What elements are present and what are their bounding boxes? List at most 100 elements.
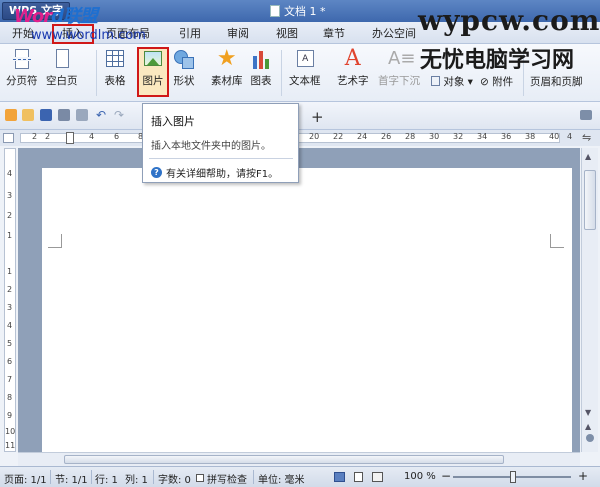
ruler-toggle-icon[interactable]: ⇋ <box>582 131 591 144</box>
tab-sections[interactable]: 章节 <box>323 25 345 41</box>
blank-page-button[interactable]: 空白页 <box>46 48 78 88</box>
vertical-scroll-thumb[interactable] <box>584 170 596 230</box>
status-section[interactable]: 节: 1/1 <box>55 471 88 486</box>
ruler-number: 6 <box>114 132 120 141</box>
undo-icon[interactable]: ↶ <box>96 109 108 121</box>
wordart-icon: A <box>344 46 361 71</box>
spell-check-checkbox[interactable] <box>196 474 204 482</box>
indent-marker[interactable] <box>66 132 74 144</box>
redo-icon[interactable]: ↷ <box>114 109 126 121</box>
status-row[interactable]: 行: 1 <box>95 471 118 486</box>
zoom-slider-knob[interactable] <box>510 471 516 483</box>
divider <box>96 50 97 96</box>
ruler-number: 2 <box>45 132 51 141</box>
ruler-number: 1 <box>7 231 13 240</box>
ruler-number: 4 <box>89 132 95 141</box>
status-column[interactable]: 列: 1 <box>125 471 148 486</box>
status-page[interactable]: 页面: 1/1 <box>4 471 47 486</box>
ruler-number: 30 <box>429 132 440 141</box>
material-library-button[interactable]: ★ 素材库 <box>211 48 243 88</box>
help-icon: ? <box>151 167 162 178</box>
save-icon[interactable] <box>40 109 52 121</box>
ruler-number: 24 <box>357 132 368 141</box>
horizontal-ruler: 2 2 4 6 8 10 12 14 16 18 20 22 24 26 28 … <box>0 130 600 146</box>
watermark-url: www.wordlm.com <box>31 28 146 43</box>
vertical-ruler: 4 3 2 1 1 2 3 4 5 6 7 8 9 10 11 <box>4 148 16 452</box>
dropcap-icon: A≡ <box>388 48 416 69</box>
chart-button[interactable]: 图表 <box>250 48 272 88</box>
tooltip-divider <box>149 158 293 159</box>
zoom-level[interactable]: 100 % <box>404 471 436 482</box>
ruler-number: 40 <box>549 132 560 141</box>
tooltip-title: 插入图片 <box>151 115 195 128</box>
scroll-up-icon[interactable]: ▲ <box>585 152 591 161</box>
divider <box>91 470 92 484</box>
ruler-number: 4 <box>567 132 573 141</box>
attachment-button[interactable]: ⊘ 附件 <box>480 74 513 89</box>
tooltip-help-text: 有关详细帮助，请按F1。 <box>166 169 279 180</box>
divider <box>153 470 154 484</box>
paperclip-icon: ⊘ <box>480 76 489 88</box>
outline-view-icon[interactable] <box>354 472 363 482</box>
print-icon[interactable] <box>58 109 70 121</box>
quick-access-toolbar: ↶ ↷ + <box>0 102 600 130</box>
web-view-icon[interactable] <box>372 472 383 482</box>
tab-review[interactable]: 审阅 <box>227 25 249 41</box>
status-bar: 页面: 1/1 节: 1/1 行: 1 列: 1 字数: 0 拼写检查 单位: … <box>0 466 600 487</box>
shape-icon <box>173 48 195 70</box>
ruler-number: 7 <box>7 375 13 384</box>
page-view-icon[interactable] <box>334 472 345 482</box>
ruler-number: 2 <box>7 285 13 294</box>
watermark-site-chinese: 无忧电脑学习网 <box>420 48 575 73</box>
textbox-button[interactable]: A 文本框 <box>289 48 321 88</box>
browse-object-icon[interactable] <box>586 434 594 442</box>
ruler-number: 22 <box>333 132 344 141</box>
ruler-number: 26 <box>381 132 392 141</box>
tab-office-space[interactable]: 办公空间 <box>372 25 416 41</box>
document-title-text: 文档 1 * <box>284 5 326 18</box>
vertical-scrollbar[interactable]: ▲ ▼ ▲ <box>581 148 598 452</box>
scroll-down-icon[interactable]: ▼ <box>585 408 591 417</box>
tab-stop-selector[interactable] <box>3 133 14 143</box>
divider <box>281 50 282 96</box>
page-break-icon <box>11 48 33 70</box>
document-area <box>18 148 580 458</box>
margin-corner-left <box>48 234 62 248</box>
horizontal-scrollbar[interactable] <box>18 452 580 466</box>
status-word-count[interactable]: 字数: 0 <box>158 471 191 486</box>
horizontal-scroll-thumb[interactable] <box>64 455 504 464</box>
document-page[interactable] <box>42 168 572 458</box>
ruler-number: 5 <box>7 339 13 348</box>
ruler-number: 3 <box>7 191 13 200</box>
document-title: 文档 1 * <box>270 3 326 19</box>
ruler-number: 6 <box>7 357 13 366</box>
zoom-out-icon[interactable]: − <box>441 469 451 483</box>
new-tab-plus-icon[interactable]: + <box>311 108 324 126</box>
print-preview-icon[interactable] <box>76 109 88 121</box>
prev-page-icon[interactable]: ▲ <box>585 422 591 431</box>
status-unit[interactable]: 单位: 毫米 <box>258 471 305 486</box>
margin-corner-right <box>550 234 564 248</box>
dropcap-button[interactable]: A≡ 首字下沉 <box>378 48 420 88</box>
spell-check-label[interactable]: 拼写检查 <box>207 471 247 486</box>
settings-icon[interactable] <box>580 110 592 120</box>
zoom-in-icon[interactable]: + <box>578 469 588 483</box>
ruler-number: 36 <box>501 132 512 141</box>
table-button[interactable]: 表格 <box>104 48 126 88</box>
divider <box>50 470 51 484</box>
tooltip-help: ? 有关详细帮助，请按F1。 <box>151 165 278 180</box>
bar-chart-icon <box>250 48 272 70</box>
open-file-icon[interactable] <box>22 109 34 121</box>
header-footer-button[interactable]: 页眉和页脚 <box>530 74 583 89</box>
object-button[interactable]: 对象 ▾ <box>431 74 473 89</box>
tab-references[interactable]: 引用 <box>179 25 201 41</box>
picture-button[interactable]: 图片 <box>142 48 164 88</box>
new-file-icon[interactable] <box>5 109 17 121</box>
page-break-button[interactable]: 分页符 <box>6 48 38 88</box>
ruler-number: 28 <box>405 132 416 141</box>
ruler-number: 3 <box>7 303 13 312</box>
wordart-button[interactable]: A 艺术字 <box>337 48 369 88</box>
shape-button[interactable]: 形状 <box>173 48 195 88</box>
tab-view[interactable]: 视图 <box>276 25 298 41</box>
ruler-number: 32 <box>453 132 464 141</box>
